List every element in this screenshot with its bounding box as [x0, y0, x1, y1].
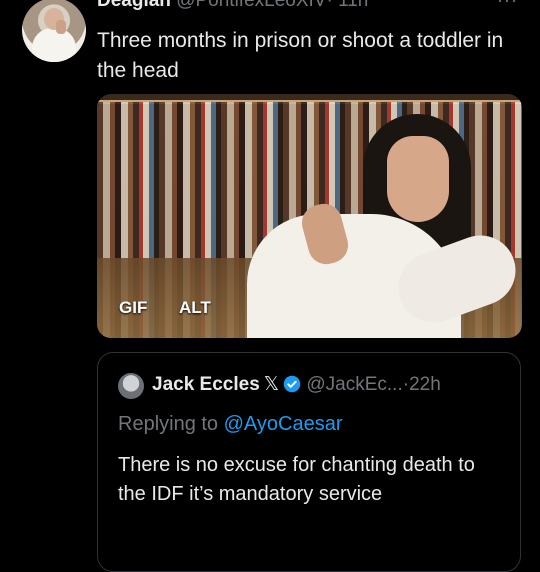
quoted-author-avatar[interactable]: [118, 373, 144, 399]
more-options-button[interactable]: ···: [497, 0, 518, 11]
reply-mention-link[interactable]: @AyoCaesar: [224, 413, 343, 435]
quoted-author-handle[interactable]: @JackEc...: [306, 374, 402, 395]
quoted-author-name[interactable]: Jack Eccles: [152, 374, 260, 395]
header-separator: ·: [326, 0, 333, 11]
quoted-tweet-text: There is no excuse for chanting death to…: [118, 454, 475, 505]
author-handle[interactable]: @PontifexLeoXIV: [176, 0, 326, 11]
author-avatar[interactable]: [22, 0, 86, 62]
tweet-media-gif[interactable]: GIF ALT: [97, 94, 522, 338]
avatar-robe: [32, 28, 76, 62]
author-name[interactable]: Deaglan: [97, 0, 171, 11]
x-logo-icon: 𝕏: [263, 374, 280, 395]
replying-to-line: Replying to @AyoCaesar: [118, 413, 343, 436]
avatar-hand: [56, 20, 66, 34]
quoted-tweet[interactable]: Jack Eccles 𝕏 @JackEc...·22h Replying to …: [97, 352, 521, 572]
gif-badge: GIF: [119, 298, 148, 317]
tweet-text: Three months in prison or shoot a toddle…: [97, 29, 504, 82]
quoted-header: Jack Eccles 𝕏 @JackEc...·22h: [152, 373, 441, 396]
replying-to-label: Replying to: [118, 413, 219, 435]
tweet-timestamp[interactable]: 11h: [338, 0, 368, 11]
person-face: [387, 136, 449, 222]
alt-text-button[interactable]: ALT: [179, 298, 211, 318]
tweet-header: Deaglan @PontifexLeoXIV· 11h: [97, 0, 368, 12]
verified-badge-icon: [283, 375, 301, 393]
quoted-timestamp[interactable]: 22h: [409, 374, 441, 395]
